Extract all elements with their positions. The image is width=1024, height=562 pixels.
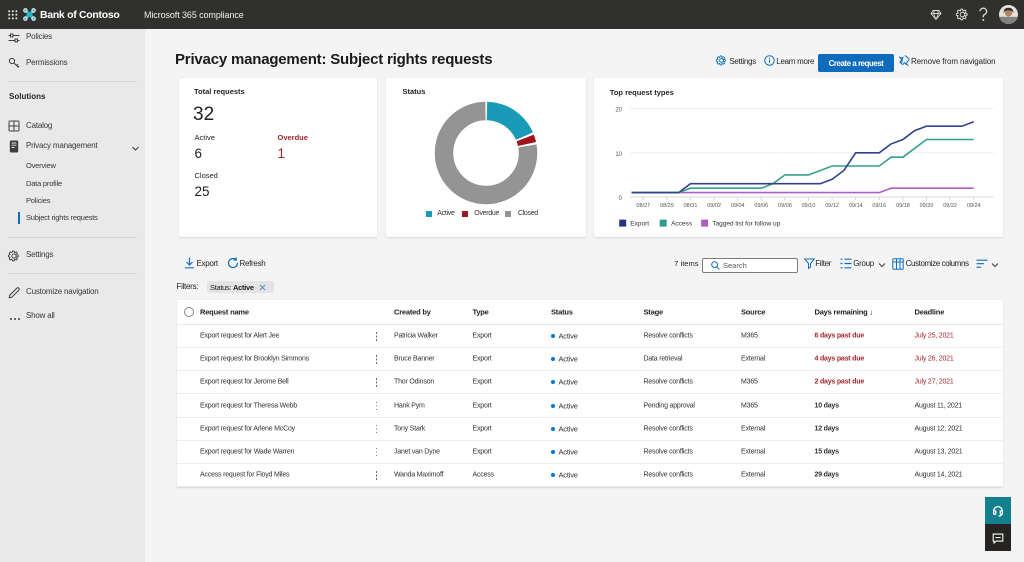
svg-text:08/29: 08/29 bbox=[660, 203, 674, 209]
svg-text:Access: Access bbox=[671, 220, 693, 227]
svg-text:08/27: 08/27 bbox=[636, 203, 650, 209]
svg-text:Export: Export bbox=[630, 220, 649, 227]
svg-text:09/22: 09/22 bbox=[943, 203, 957, 209]
svg-text:09/14: 09/14 bbox=[848, 203, 862, 209]
svg-text:Tagged list for follow up: Tagged list for follow up bbox=[712, 220, 780, 227]
svg-text:09/10: 09/10 bbox=[801, 203, 815, 209]
svg-text:0: 0 bbox=[618, 196, 622, 202]
svg-text:10: 10 bbox=[615, 152, 622, 158]
svg-text:20: 20 bbox=[615, 107, 622, 113]
svg-text:09/18: 09/18 bbox=[896, 203, 910, 209]
svg-text:09/12: 09/12 bbox=[825, 203, 839, 209]
svg-text:09/20: 09/20 bbox=[919, 203, 933, 209]
svg-text:09/06: 09/06 bbox=[754, 203, 768, 209]
svg-text:09/24: 09/24 bbox=[966, 203, 980, 209]
svg-text:09/16: 09/16 bbox=[872, 203, 886, 209]
svg-text:09/02: 09/02 bbox=[707, 203, 721, 209]
svg-text:09/04: 09/04 bbox=[730, 203, 744, 209]
svg-text:09/08: 09/08 bbox=[778, 203, 792, 209]
svg-text:08/31: 08/31 bbox=[683, 203, 697, 209]
